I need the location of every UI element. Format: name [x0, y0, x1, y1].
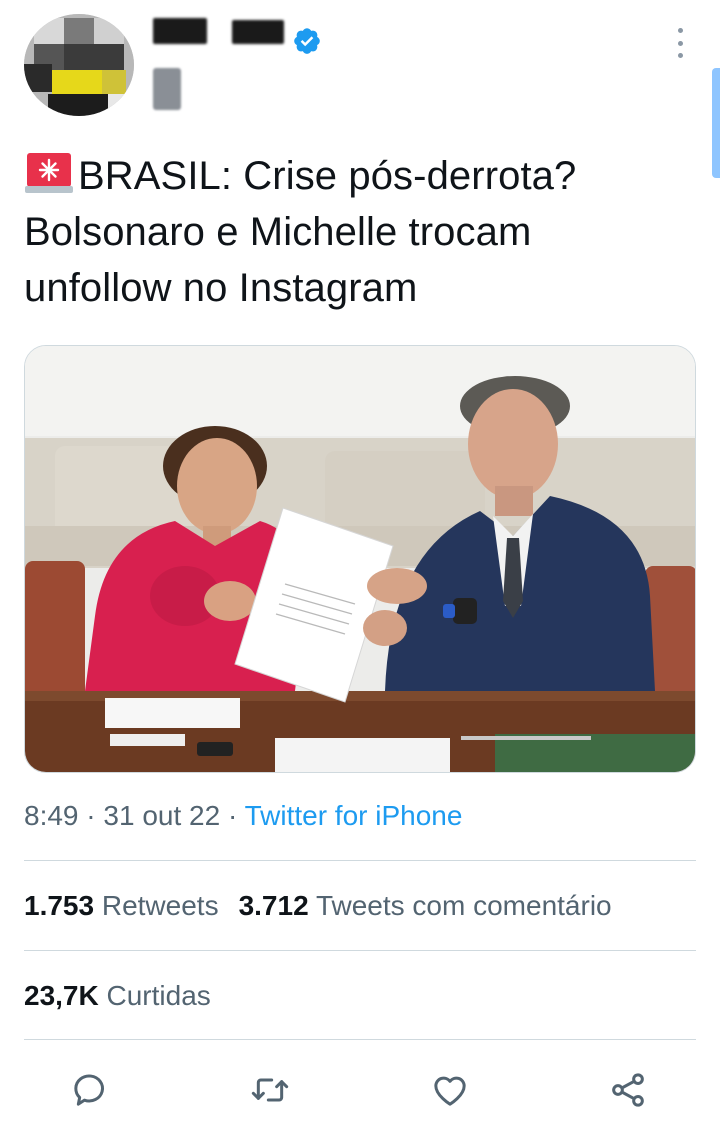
tweet-photo[interactable]: [24, 345, 696, 773]
tweet-actions: [0, 1060, 720, 1120]
share-button[interactable]: [606, 1068, 650, 1112]
likes-stats: 23,7K Curtidas: [24, 980, 211, 1012]
share-icon: [612, 1073, 644, 1107]
tweet-source-link[interactable]: Twitter for iPhone: [245, 800, 463, 831]
display-name[interactable]: [153, 18, 207, 44]
reply-icon: [74, 1074, 104, 1106]
tweet-meta: 8:49 · 31 out 22 · Twitter for iPhone: [24, 800, 462, 832]
divider: [24, 1039, 696, 1040]
tweet-text: BRASIL: Crise pós-derrota? Bolsonaro e M…: [24, 148, 684, 316]
quotes-count: 3.712: [238, 890, 309, 921]
reply-button[interactable]: [68, 1068, 112, 1112]
tweet-text-line-2: Bolsonaro e Michelle trocam: [24, 210, 532, 254]
tweet-text-line-1: BRASIL: Crise pós-derrota?: [24, 148, 684, 204]
retweet-icon: [251, 1078, 289, 1102]
like-icon: [434, 1076, 466, 1106]
avatar[interactable]: [24, 14, 134, 116]
more-options-icon[interactable]: [666, 28, 694, 58]
verified-badge-icon: [294, 28, 320, 54]
tweet-text-line-3: unfollow no Instagram: [24, 266, 418, 310]
meta-separator: ·: [86, 800, 96, 831]
tweet-time[interactable]: 8:49: [24, 800, 79, 831]
scrollbar[interactable]: [712, 68, 720, 178]
retweet-button[interactable]: [248, 1068, 292, 1112]
divider: [24, 860, 696, 861]
retweet-stats: 1.753 Retweets 3.712 Tweets com comentári…: [24, 890, 612, 922]
police-light-icon: [25, 153, 73, 193]
tweet-date[interactable]: 31 out 22: [103, 800, 220, 831]
username-handle[interactable]: [153, 68, 181, 110]
quotes-label: Tweets com comentário: [315, 890, 612, 921]
meta-separator: ·: [227, 800, 238, 831]
tweet-header: [0, 0, 720, 130]
retweets-count: 1.753: [24, 890, 95, 921]
likes-count: 23,7K: [24, 980, 99, 1011]
likes-label: Curtidas: [106, 980, 211, 1011]
retweets-link[interactable]: 1.753 Retweets: [24, 890, 219, 921]
retweets-label: Retweets: [101, 890, 219, 921]
likes-link[interactable]: 23,7K Curtidas: [24, 980, 211, 1011]
like-button[interactable]: [428, 1068, 472, 1112]
divider: [24, 950, 696, 951]
display-name-2[interactable]: [232, 20, 284, 44]
quotes-link[interactable]: 3.712 Tweets com comentário: [239, 890, 612, 921]
